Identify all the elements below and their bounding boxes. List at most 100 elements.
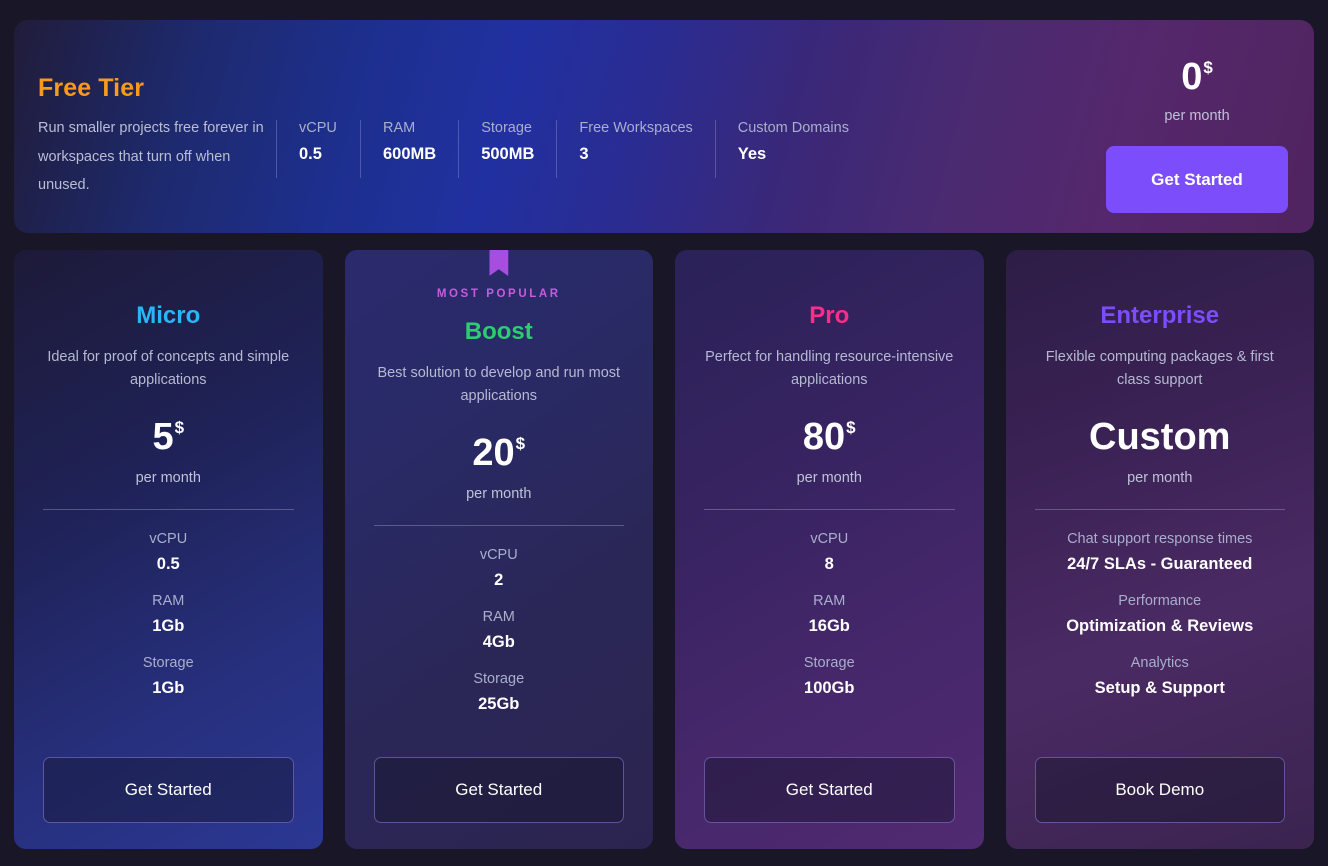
plan-price: 5 $	[152, 418, 184, 456]
plan-spec: RAM 1Gb	[152, 593, 184, 636]
plan-price-amount: 20	[472, 432, 515, 474]
free-tier-period: per month	[1164, 108, 1230, 124]
plan-spec-label: vCPU	[810, 531, 849, 547]
plan-spec-value: 1Gb	[152, 617, 185, 635]
plan-cta-button[interactable]: Get Started	[43, 757, 294, 823]
plan-period: per month	[796, 470, 862, 486]
plan-currency-symbol: $	[846, 418, 856, 437]
free-tier-spec-label: vCPU	[299, 120, 337, 136]
plan-spec: vCPU 8	[810, 531, 848, 574]
plan-spec-label: vCPU	[479, 547, 518, 563]
plan-description: Ideal for proof of concepts and simple a…	[47, 349, 290, 389]
plan-price-amount: Custom	[1089, 416, 1231, 458]
plan-currency-symbol: $	[515, 434, 526, 453]
plan-cta-button[interactable]: Get Started	[704, 757, 955, 823]
bookmark-icon	[489, 250, 509, 276]
plan-name: Boost	[464, 318, 533, 345]
plan-name: Pro	[809, 302, 850, 329]
plan-spec-value: Optimization & Reviews	[1066, 617, 1254, 635]
plan-spec-label: RAM	[482, 609, 515, 625]
plan-spec-label: Storage	[803, 655, 855, 671]
free-tier-currency-symbol: $	[1203, 58, 1213, 77]
plan-name: Enterprise	[1100, 302, 1220, 329]
plan-spec-value: 4Gb	[482, 633, 515, 651]
free-tier-spec: Storage 500MB	[458, 120, 556, 178]
free-tier-spec-list: vCPU 0.5 RAM 600MB Storage 500MB Free Workspac…	[276, 20, 871, 178]
free-tier-price-amount: 0	[1181, 56, 1203, 98]
plan-price-amount: 5	[152, 416, 174, 458]
plan-spec-label: Chat support response times	[1067, 531, 1253, 547]
plan-spec-list: vCPU 2 RAM 4Gb Storage 25Gb	[374, 526, 625, 714]
free-tier-spec-label: Free Workspaces	[579, 120, 693, 136]
free-tier-intro: Free Tier Run smaller projects free fore…	[14, 20, 276, 200]
plan-spec: Chat support response times 24/7 SLAs - G…	[1067, 531, 1252, 574]
plan-card-list: Micro Ideal for proof of concepts and sim…	[14, 250, 1314, 849]
free-tier-spec-value: 500MB	[481, 145, 535, 163]
plan-spec: Storage 1Gb	[143, 655, 194, 698]
plan-card: Pro Perfect for handling resource-intensi…	[675, 250, 984, 849]
plan-spec-list: Chat support response times 24/7 SLAs - G…	[1035, 510, 1286, 698]
plan-spec-label: RAM	[813, 593, 846, 609]
free-tier-spec-value: 0.5	[299, 145, 322, 163]
plan-price-amount: 80	[802, 416, 846, 458]
free-tier-price: 0 $	[1181, 58, 1213, 96]
plan-spec-label: Storage	[473, 671, 525, 687]
free-tier-spec: RAM 600MB	[360, 120, 458, 178]
plan-spec-value: 8	[824, 555, 834, 573]
plan-spec-value: 1Gb	[152, 679, 185, 697]
plan-spec-list: vCPU 8 RAM 16Gb Storage 100Gb	[704, 510, 955, 698]
plan-spec: RAM 16Gb	[809, 593, 850, 636]
plan-cta-button[interactable]: Get Started	[373, 757, 624, 823]
free-tier-banner: Free Tier Run smaller projects free fore…	[14, 20, 1314, 233]
free-tier-spec-value: 3	[579, 145, 589, 163]
plan-spec-list: vCPU 0.5 RAM 1Gb Storage 1Gb	[43, 510, 294, 698]
plan-card: Micro Ideal for proof of concepts and sim…	[14, 250, 323, 849]
free-tier-spec-value: 600MB	[383, 145, 437, 163]
plan-spec: vCPU 0.5	[149, 531, 187, 574]
plan-description: Best solution to develop and run most ap…	[377, 365, 621, 405]
free-tier-get-started-button[interactable]: Get Started	[1106, 146, 1288, 213]
plan-price: 20 $	[472, 434, 525, 472]
plan-spec: RAM 4Gb	[483, 609, 515, 652]
plan-spec: Storage 25Gb	[473, 671, 524, 714]
plan-spec-value: 24/7 SLAs - Guaranteed	[1067, 555, 1253, 573]
plan-spec-value: 25Gb	[478, 695, 520, 713]
free-tier-spec-value: Yes	[737, 145, 767, 163]
plan-spec-label: Storage	[142, 655, 194, 671]
free-tier-title: Free Tier	[38, 74, 145, 102]
plan-spec-value: 0.5	[156, 555, 180, 573]
plan-period: per month	[466, 486, 532, 502]
plan-period: per month	[1127, 470, 1193, 486]
plan-price: 80 $	[803, 418, 856, 456]
plan-spec-label: RAM	[152, 593, 185, 609]
plan-spec-label: Analytics	[1130, 655, 1189, 671]
plan-spec: Storage 100Gb	[804, 655, 855, 698]
free-tier-spec-label: RAM	[383, 120, 416, 136]
plan-card: Enterprise Flexible computing packages & …	[1005, 250, 1314, 849]
plan-price: Custom	[1089, 418, 1230, 456]
most-popular-badge: MOST POPULAR	[436, 288, 561, 300]
free-tier-pricing: 0 $ per month Get Started	[1106, 20, 1314, 213]
plan-cta-button[interactable]: Book Demo	[1034, 757, 1285, 823]
plan-spec-label: vCPU	[149, 531, 188, 547]
plan-spec-value: Setup & Support	[1094, 679, 1225, 697]
free-tier-spec: Free Workspaces 3	[556, 120, 714, 178]
plan-spec: Performance Optimization & Reviews	[1066, 593, 1253, 636]
pricing-page: Free Tier Run smaller projects free fore…	[0, 0, 1328, 866]
free-tier-spec-label: Custom Domains	[737, 120, 849, 136]
free-tier-spec: Custom Domains Yes	[714, 120, 871, 178]
free-tier-spec-label: Storage	[481, 120, 532, 136]
plan-spec: vCPU 2	[480, 547, 518, 590]
free-tier-description: Run smaller projects free forever in wor…	[38, 120, 264, 194]
plan-spec: Analytics Setup & Support	[1095, 655, 1225, 698]
plan-description: Flexible computing packages & first clas…	[1045, 349, 1274, 389]
plan-spec-value: 100Gb	[804, 679, 855, 697]
free-tier-spec: vCPU 0.5	[276, 120, 360, 178]
plan-period: per month	[135, 470, 201, 486]
plan-card: MOST POPULAR Boost Best solution to develo…	[344, 250, 653, 849]
plan-spec-value: 16Gb	[808, 617, 850, 635]
plan-currency-symbol: $	[174, 418, 185, 437]
plan-name: Micro	[136, 302, 201, 329]
plan-spec-label: Performance	[1118, 593, 1202, 609]
plan-description: Perfect for handling resource-intensive …	[705, 349, 954, 389]
